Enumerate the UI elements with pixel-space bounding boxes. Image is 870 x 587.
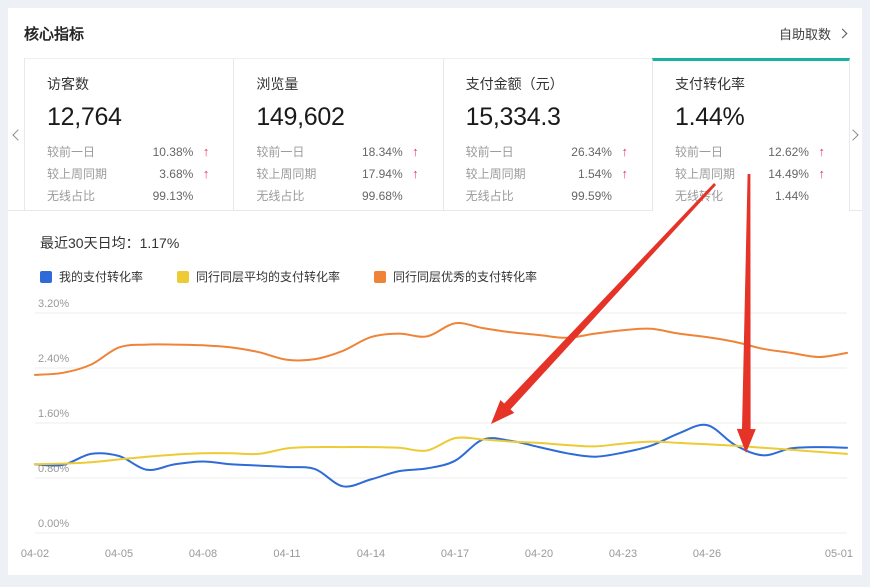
metric-sub-label: 无线占比 [47,185,95,207]
svg-text:05-01: 05-01 [825,548,853,560]
metric-sub-label: 无线转化 [675,185,723,207]
metric-sub-row: 较上周同期 17.94%↑ [256,163,418,185]
trend-up-icon: ↑ [403,141,419,163]
metric-title: 访客数 [47,74,209,94]
metric-sub-label: 较上周同期 [256,163,316,185]
metric-sub-row: 较前一日 10.38%↑ [47,141,209,163]
carousel-prev-button[interactable] [10,127,26,143]
metric-sub-value: 99.68% [362,185,403,207]
metric-title: 支付金额（元） [466,74,628,94]
metric-sub-label: 无线占比 [256,185,304,207]
metric-sub-value: 10.38% [153,141,194,163]
chevron-right-icon [838,28,848,38]
metric-value: 15,334.3 [466,103,628,132]
svg-text:04-23: 04-23 [609,548,637,560]
metric-sub-value: 18.34% [362,141,403,163]
metric-sub-row: 无线占比 99.13% [47,185,209,207]
svg-text:04-26: 04-26 [693,548,721,560]
metric-title: 支付转化率 [675,74,825,94]
chart-summary: 最近30天日均：1.17% [40,233,862,253]
metric-rows: 较前一日 12.62%↑ 较上周同期 14.49%↑ 无线转化 1.44% [675,141,825,207]
chevron-right-icon [847,129,858,140]
self-service-data-link[interactable]: 自助取数 [779,24,846,43]
metric-sub-label: 较上周同期 [675,163,735,185]
trend-chart-section: 最近30天日均：1.17% 我的支付转化率 同行同层平均的支付转化率 同行同层优秀的… [8,211,862,285]
metric-sub-label: 较前一日 [675,141,723,163]
metric-value: 1.44% [675,103,825,132]
self-service-data-label: 自助取数 [779,24,831,43]
metric-sub-row: 较上周同期 3.68%↑ [47,163,209,185]
svg-text:04-14: 04-14 [357,548,385,560]
metric-sub-row: 无线占比 99.59% [466,185,628,207]
legend-swatch [40,271,52,283]
chart-legend: 我的支付转化率 同行同层平均的支付转化率 同行同层优秀的支付转化率 [40,268,862,285]
trend-up-icon: ↑ [193,141,209,163]
metric-card-pageviews[interactable]: 浏览量 149,602 较前一日 18.34%↑ 较上周同期 17.94%↑ 无线占比 9… [233,58,442,211]
dashboard-page: { "page": { "background": "#edf0f4", "pa… [0,0,870,587]
legend-item[interactable]: 我的支付转化率 [40,268,143,285]
legend-label: 我的支付转化率 [59,268,143,285]
metric-sub-value: 12.62% [768,141,809,163]
metric-sub-label: 无线占比 [466,185,514,207]
legend-swatch [177,271,189,283]
trend-up-icon: ↑ [612,163,628,185]
trend-up-icon: ↑ [809,163,825,185]
legend-swatch [374,271,386,283]
metric-sub-value: 1.44% [775,185,809,207]
metric-sub-row: 较前一日 26.34%↑ [466,141,628,163]
trend-up-icon: ↑ [193,163,209,185]
panel-header: 核心指标 自助取数 [8,8,862,58]
metric-sub-row: 无线转化 1.44% [675,185,825,207]
metric-sub-value: 99.13% [153,185,194,207]
metric-sub-row: 较前一日 12.62%↑ [675,141,825,163]
metric-rows: 较前一日 18.34%↑ 较上周同期 17.94%↑ 无线占比 99.68% [256,141,418,207]
trend-up-icon: ↑ [403,163,419,185]
metric-value: 12,764 [47,103,209,132]
core-metrics-panel: 核心指标 自助取数 访客数 12,764 较前一日10.38%↑较上周同期3.6… [8,8,862,575]
metric-sub-label: 较上周同期 [466,163,526,185]
page-title: 核心指标 [24,23,84,44]
metric-sub-label: 较前一日 [47,141,95,163]
legend-label: 同行同层平均的支付转化率 [196,268,340,285]
svg-text:04-08: 04-08 [189,548,217,560]
trend-up-icon: ↑ [809,141,825,163]
svg-text:04-02: 04-02 [21,548,49,560]
metric-sub-row: 无线占比 99.68% [256,185,418,207]
metric-sub-value: 99.59% [571,185,612,207]
trend-up-icon: ↑ [612,141,628,163]
metric-sub-label: 较前一日 [256,141,304,163]
metric-card-conversion-rate[interactable]: 支付转化率 1.44% 较前一日 12.62%↑ 较上周同期 14.49%↑ 无线转化 1… [652,58,850,211]
metric-title: 浏览量 [256,74,418,94]
metric-value: 149,602 [256,103,418,132]
legend-item[interactable]: 同行同层平均的支付转化率 [177,268,340,285]
metric-sub-row: 较上周同期 1.54%↑ [466,163,628,185]
svg-text:04-11: 04-11 [273,548,300,560]
metric-sub-value: 26.34% [571,141,612,163]
carousel-next-button[interactable] [845,127,861,143]
metric-sub-value: 17.94% [362,163,403,185]
metric-rows: 较前一日 10.38%↑ 较上周同期 3.68%↑ 无线占比 99.13% [47,141,209,207]
metric-sub-label: 较前一日 [466,141,514,163]
metric-rows: 较前一日 26.34%↑ 较上周同期 1.54%↑ 无线占比 99.59% [466,141,628,207]
chevron-left-icon [12,129,23,140]
legend-label: 同行同层优秀的支付转化率 [393,268,537,285]
svg-text:04-05: 04-05 [105,548,133,560]
svg-text:04-17: 04-17 [441,548,469,560]
metric-sub-row: 较前一日 18.34%↑ [256,141,418,163]
metric-sub-value: 1.54% [578,163,612,185]
metric-sub-label: 较上周同期 [47,163,107,185]
metric-card-visitors[interactable]: 访客数 12,764 较前一日 10.38%↑ 较上周同期 3.68%↑ 无线占比 99.… [24,58,233,211]
metric-card-payment-amount[interactable]: 支付金额（元） 15,334.3 较前一日26.34%↑较上周同期1.54%↑无… [443,58,652,211]
metric-tabs-row: 访客数 12,764 较前一日10.38%↑较上周同期3.68%↑无线占比99.… [8,58,862,211]
legend-item[interactable]: 同行同层优秀的支付转化率 [374,268,537,285]
chart-plot-area[interactable] [35,300,847,541]
svg-text:04-20: 04-20 [525,548,553,560]
metric-sub-row: 较上周同期 14.49%↑ [675,163,825,185]
metric-sub-value: 3.68% [159,163,193,185]
metric-sub-value: 14.49% [768,163,809,185]
